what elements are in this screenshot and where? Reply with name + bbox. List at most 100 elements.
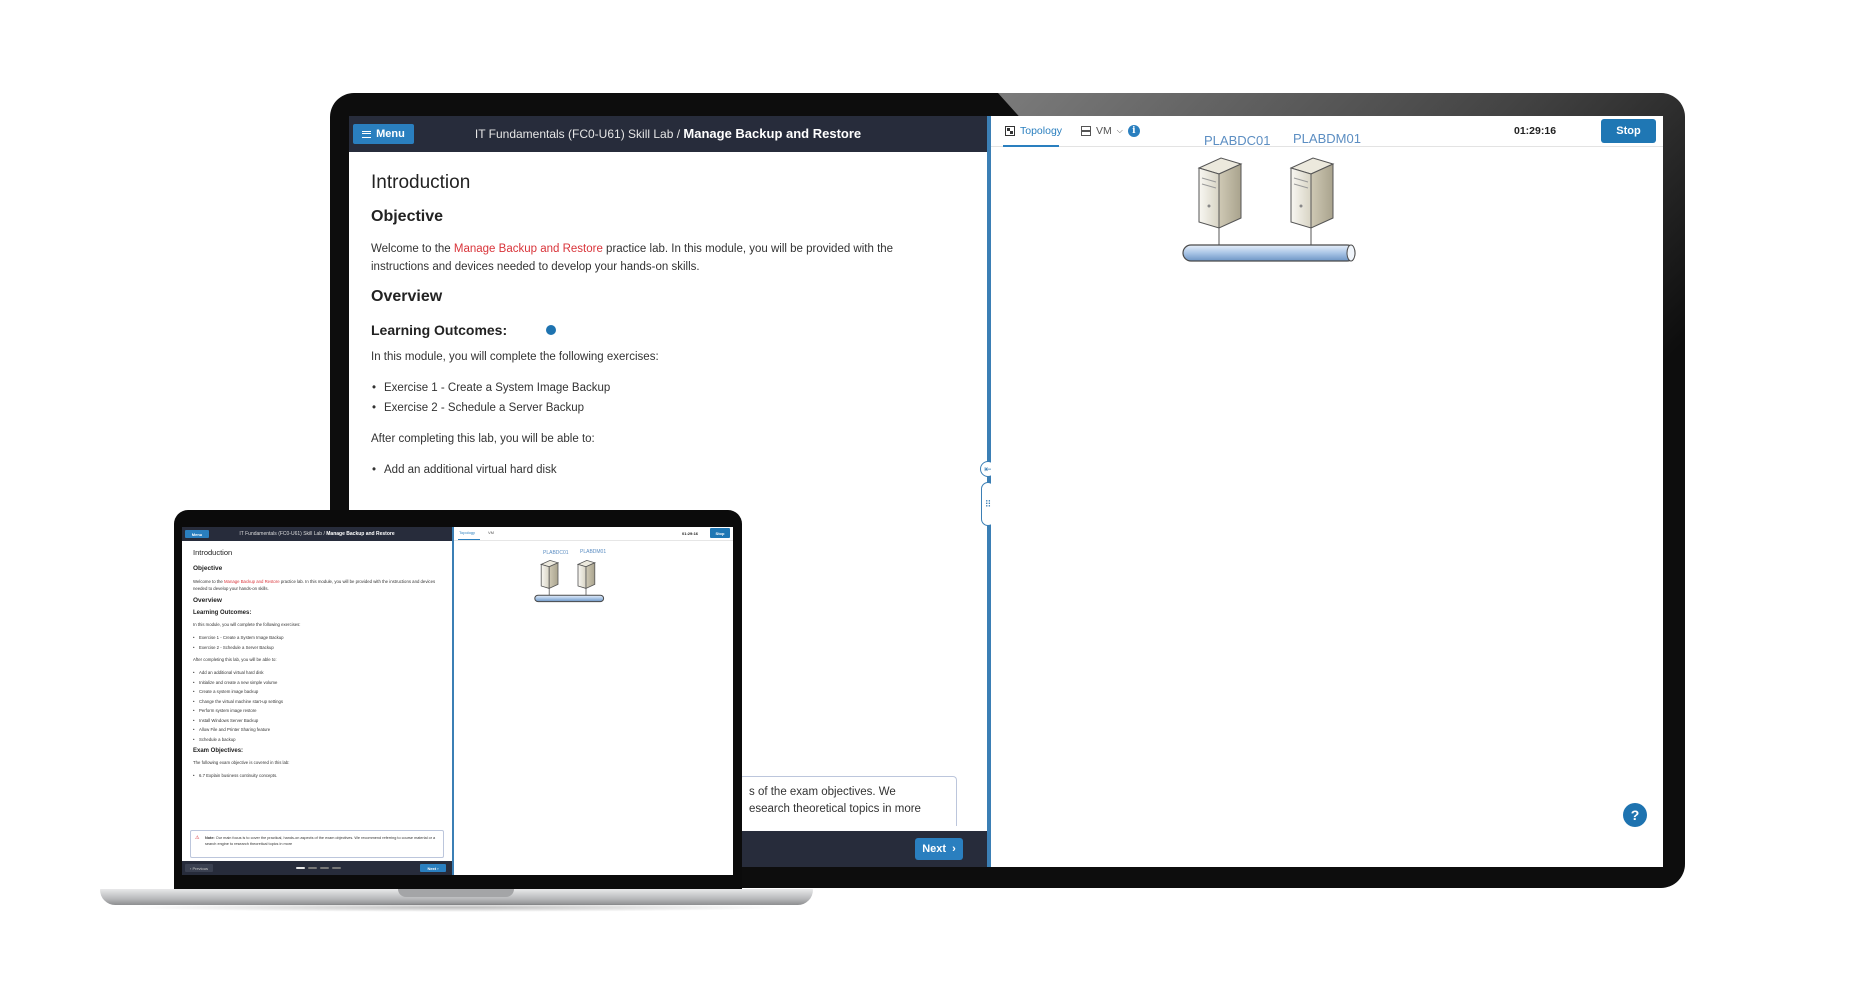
objective-paragraph: Welcome to the Manage Backup and Restore… [193, 578, 443, 592]
laptop-header: Menu IT Fundamentals (FC0-U61) Skill Lab… [182, 527, 452, 541]
laptop-topology-pane: Topology VM 01:29:16 Stop PLABDC01 PLABD… [454, 527, 733, 875]
tab-topology[interactable]: Topology [459, 530, 475, 535]
list-item: Exercise 2 - Schedule a Server Backup [371, 398, 951, 418]
stop-button[interactable]: Stop [710, 528, 730, 538]
lab-header: Menu IT Fundamentals (FC0-U61) Skill Lab… [349, 116, 987, 152]
tab-topology[interactable]: Topology [1005, 122, 1062, 140]
exam-list: 6.7 Explain business continuity concepts… [193, 771, 443, 781]
skills-list: Add an additional virtual hard disk Init… [193, 668, 443, 744]
outcomes-heading: Learning Outcomes: [193, 610, 252, 616]
network-bus [1182, 244, 1356, 262]
topology-icon [1005, 126, 1015, 136]
note-fragment: s of the exam objectives. We esearch the… [749, 784, 949, 818]
list-item: Schedule a backup [193, 735, 443, 745]
objective-paragraph: Welcome to the Manage Backup and Restore… [371, 240, 951, 276]
list-item: Exercise 2 - Schedule a Server Backup [193, 643, 443, 653]
exercise-list: Exercise 1 - Create a System Image Backu… [193, 633, 443, 652]
exam-intro: The following exam objective is covered … [193, 760, 290, 765]
topology-diagram [1182, 157, 1356, 262]
tab-vm[interactable]: VM ⌵ i [1081, 122, 1140, 140]
page-indicator [296, 867, 341, 869]
server-label: PLABDM01 [1293, 131, 1361, 146]
chevron-down-icon: ⌵ [1116, 126, 1123, 135]
outcomes-intro: In this module, you will complete the fo… [371, 351, 659, 363]
laptop-shadow [130, 903, 785, 912]
help-button[interactable] [546, 325, 556, 335]
objective-heading: Objective [193, 565, 223, 572]
server-icon[interactable] [1197, 157, 1243, 246]
server-label: PLABDC01 [543, 550, 569, 556]
list-item: Add an additional virtual hard disk [371, 460, 951, 480]
note-text: Our main focus is to cover the practical… [205, 836, 436, 846]
note-box: ⚠ Note: Our main focus is to cover the p… [190, 830, 444, 858]
list-item: Exercise 1 - Create a System Image Backu… [193, 633, 443, 643]
after-intro: After completing this lab, you will be a… [371, 433, 595, 445]
marketing-composite: Menu IT Fundamentals (FC0-U61) Skill Lab… [0, 0, 1870, 997]
server-icon [1081, 126, 1091, 136]
course-title: IT Fundamentals (FC0-U61) Skill Lab / [239, 530, 325, 537]
topology-toolbar: Topology VM 01:29:16 Stop [454, 527, 733, 541]
course-title: IT Fundamentals (FC0-U61) Skill Lab / [474, 127, 681, 141]
lab-title: IT Fundamentals (FC0-U61) Skill Lab / Ma… [182, 531, 452, 537]
laptop-screen: Menu IT Fundamentals (FC0-U61) Skill Lab… [182, 527, 733, 875]
chevron-right-icon: › [952, 843, 956, 855]
exam-heading: Exam Objectives: [193, 748, 244, 754]
next-label: Next [922, 843, 947, 855]
next-button[interactable]: Next › [420, 864, 446, 872]
module-title: Manage Backup and Restore [683, 126, 862, 141]
previous-label: Previous [192, 865, 208, 871]
note-fragment-line: esearch theoretical topics in more [749, 803, 921, 815]
module-link[interactable]: Manage Backup and Restore [224, 579, 280, 584]
server-label: PLABDC01 [1204, 133, 1271, 148]
server-icon[interactable] [1289, 157, 1335, 246]
list-item: Create a system image backup [193, 687, 443, 697]
next-button[interactable]: Next › [915, 838, 963, 860]
tab-vm-label: VM [1096, 125, 1112, 137]
exercise-list: Exercise 1 - Create a System Image Backu… [371, 378, 951, 418]
note-fragment-line: s of the exam objectives. We [749, 786, 896, 798]
instructions-content: Introduction Objective Welcome to the Ma… [371, 172, 951, 492]
outcomes-heading: Learning Outcomes: [371, 322, 508, 338]
intro-heading: Introduction [193, 548, 233, 557]
laptop-instructions-pane: Menu IT Fundamentals (FC0-U61) Skill Lab… [182, 527, 452, 875]
topology-diagram [534, 559, 605, 603]
topology-pane: Topology VM ⌵ i 01:29:16 Stop PLABDC01 P… [991, 116, 1663, 867]
warning-icon: ⚠ [195, 835, 200, 841]
next-label: Next [427, 865, 437, 871]
active-tab-indicator [458, 539, 480, 540]
list-item: Install Windows Server Backup [193, 716, 443, 726]
lab-timer: 01:29:16 [682, 530, 699, 536]
note-label: Note: [205, 836, 215, 840]
overview-heading: Overview [371, 288, 443, 305]
objective-pre: Welcome to the [193, 579, 224, 584]
after-intro: After completing this lab, you will be a… [193, 657, 277, 662]
server-label: PLABDM01 [580, 549, 607, 555]
previous-button[interactable]: ‹ Previous [185, 864, 213, 872]
stop-button[interactable]: Stop [1601, 119, 1656, 143]
list-item: Allow File and Printer Sharing feature [193, 725, 443, 735]
info-icon[interactable]: i [1127, 125, 1140, 137]
list-item: Add an additional virtual hard disk [193, 668, 443, 678]
objective-heading: Objective [371, 208, 444, 225]
list-item: 6.7 Explain business continuity concepts… [193, 771, 443, 781]
outcomes-intro: In this module, you will complete the fo… [193, 622, 301, 627]
lab-timer: 01:29:16 [1514, 125, 1557, 137]
active-tab-indicator [1003, 145, 1059, 147]
tab-topology-label: Topology [1020, 125, 1063, 137]
module-link[interactable]: Manage Backup and Restore [454, 243, 603, 255]
module-title: Manage Backup and Restore [326, 530, 395, 537]
skills-list: Add an additional virtual hard disk [371, 460, 951, 480]
intro-heading: Introduction [371, 172, 471, 193]
list-item: Initialize and create a new simple volum… [193, 678, 443, 688]
laptop-instructions-content: Introduction Objective Welcome to the Ma… [193, 548, 443, 785]
help-button[interactable]: ? [1623, 803, 1647, 827]
lab-title: IT Fundamentals (FC0-U61) Skill Lab / Ma… [349, 126, 987, 141]
tab-vm[interactable]: VM [488, 530, 494, 535]
laptop-footer: ‹ Previous Next › [182, 861, 452, 875]
list-item: Exercise 1 - Create a System Image Backu… [371, 378, 951, 398]
list-item: Perform system image restore [193, 706, 443, 716]
overview-heading: Overview [193, 597, 222, 604]
laptop-notch [398, 889, 514, 897]
objective-pre: Welcome to the [371, 243, 454, 255]
list-item: Change the virtual machine start-up sett… [193, 697, 443, 707]
